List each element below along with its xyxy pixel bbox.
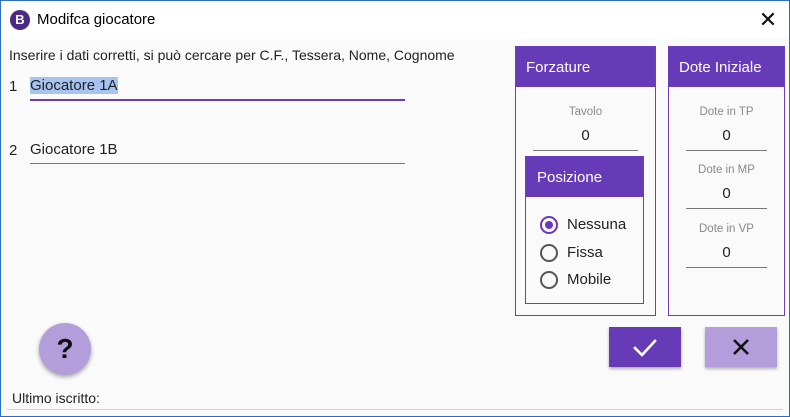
ultimo-iscritto-label: Ultimo iscritto: [12,390,100,406]
close-icon: ✕ [758,7,778,32]
player-2-input[interactable]: Giocatore 1B [30,141,118,158]
dote-tp-underline [686,150,767,151]
player-1-number: 1 [9,78,18,95]
player-2-underline [30,163,405,164]
confirm-button[interactable] [609,327,681,367]
radio-fissa-label[interactable]: Fissa [567,244,603,261]
footer-divider [7,409,783,410]
dote-panel: Dote Iniziale Dote in TP 0 Dote in MP 0 … [668,46,785,316]
player-1-input[interactable]: Giocatore 1A [30,77,118,94]
radio-nessuna[interactable] [540,216,558,234]
forzature-title: Forzature [516,47,655,87]
radio-nessuna-label[interactable]: Nessuna [567,216,626,233]
dialog-window: B Modifca giocatore ✕ Inserire i dati co… [0,0,790,417]
radio-fissa[interactable] [540,244,558,262]
instructions-text: Inserire i dati corretti, si può cercare… [9,47,455,63]
help-button[interactable]: ? [39,323,91,375]
dote-tp-input[interactable]: 0 [669,127,784,144]
dote-vp-input[interactable]: 0 [669,244,784,261]
dote-vp-label: Dote in VP [699,223,754,235]
question-mark-icon: ? [56,333,74,364]
window-title: Modifca giocatore [37,11,156,28]
player-2-number: 2 [9,142,18,159]
player-1-value: Giocatore 1A [30,77,118,94]
dote-tp-label: Dote in TP [699,106,754,118]
window-close-button[interactable]: ✕ [753,7,783,33]
dote-mp-underline [686,208,767,209]
player-1-underline [30,99,405,101]
dote-vp-underline [686,267,767,268]
dote-title: Dote Iniziale [669,47,784,87]
tavolo-label: Tavolo [568,106,603,118]
forzature-panel: Forzature Tavolo 0 Posizione Nessuna Fis… [515,46,656,316]
dote-mp-input[interactable]: 0 [669,185,784,202]
app-logo-icon: B [10,10,30,30]
tavolo-underline [533,150,638,151]
title-bar: B Modifca giocatore ✕ [1,1,789,39]
posizione-title: Posizione [526,157,643,197]
checkmark-icon [633,339,657,357]
radio-mobile[interactable] [540,271,558,289]
radio-mobile-label[interactable]: Mobile [567,271,611,288]
player-2-value: Giocatore 1B [30,141,118,158]
dote-mp-label: Dote in MP [698,164,755,176]
cancel-button[interactable] [705,327,777,367]
tavolo-input[interactable]: 0 [516,127,655,144]
posizione-group: Posizione Nessuna Fissa Mobile [525,156,644,304]
close-icon [733,339,749,355]
